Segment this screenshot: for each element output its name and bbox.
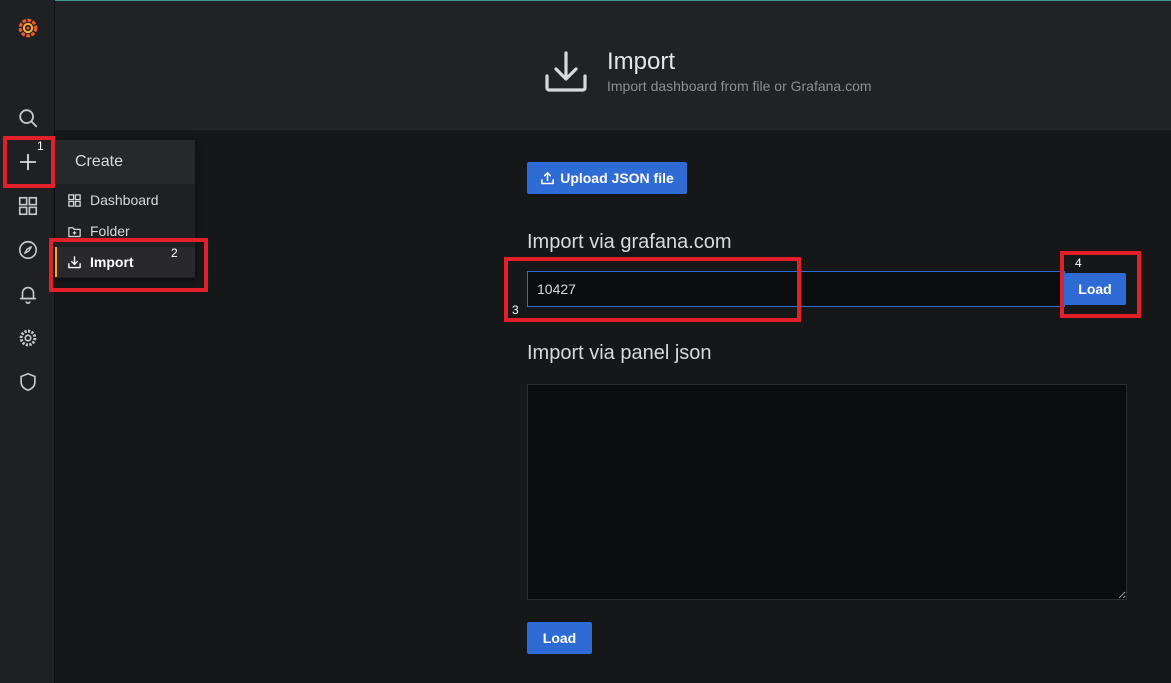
annotation-box-import <box>49 238 208 292</box>
annotation-box-create <box>3 136 55 188</box>
annotation-box-input <box>504 257 801 322</box>
annotation-number: 2 <box>171 246 178 260</box>
page-title: Import <box>607 48 676 75</box>
panel-json-section-title: Import via panel json <box>527 342 712 364</box>
upload-json-button[interactable]: Upload JSON file <box>527 162 687 194</box>
alerting-button[interactable] <box>0 274 55 314</box>
menu-item-dashboard[interactable]: Dashboard <box>55 185 195 215</box>
search-icon <box>18 109 37 128</box>
explore-icon <box>18 240 37 260</box>
import-header-icon <box>545 51 587 92</box>
panel-json-textarea[interactable] <box>527 384 1127 600</box>
menu-item-label: Folder <box>90 223 130 239</box>
page-header: Import Import dashboard from file or Gra… <box>55 1 1171 130</box>
grafana-logo[interactable] <box>0 8 55 48</box>
annotation-number: 4 <box>1075 256 1082 270</box>
search-button[interactable] <box>0 98 55 138</box>
gear-icon <box>19 329 36 347</box>
dashboards-button[interactable] <box>0 186 55 226</box>
dashboards-icon <box>18 196 37 216</box>
upload-json-label: Upload JSON file <box>560 170 674 186</box>
server-admin-button[interactable] <box>0 362 55 402</box>
gcom-section-title: Import via grafana.com <box>527 231 732 253</box>
annotation-box-load <box>1060 251 1141 318</box>
shield-icon <box>19 372 36 392</box>
grafana-logo-icon <box>18 18 37 38</box>
upload-icon <box>541 171 555 184</box>
panel-json-load-button[interactable]: Load <box>527 622 592 654</box>
annotation-number: 1 <box>37 139 44 153</box>
dashboards-icon <box>68 193 81 207</box>
menu-item-label: Dashboard <box>90 192 159 208</box>
annotation-number: 3 <box>512 303 519 317</box>
folder-plus-icon <box>68 226 81 237</box>
sidebar <box>0 0 55 683</box>
bell-icon <box>19 286 36 304</box>
configuration-button[interactable] <box>0 318 55 358</box>
explore-button[interactable] <box>0 230 55 270</box>
page-subtitle: Import dashboard from file or Grafana.co… <box>607 78 872 94</box>
create-menu-title: Create <box>55 140 195 184</box>
